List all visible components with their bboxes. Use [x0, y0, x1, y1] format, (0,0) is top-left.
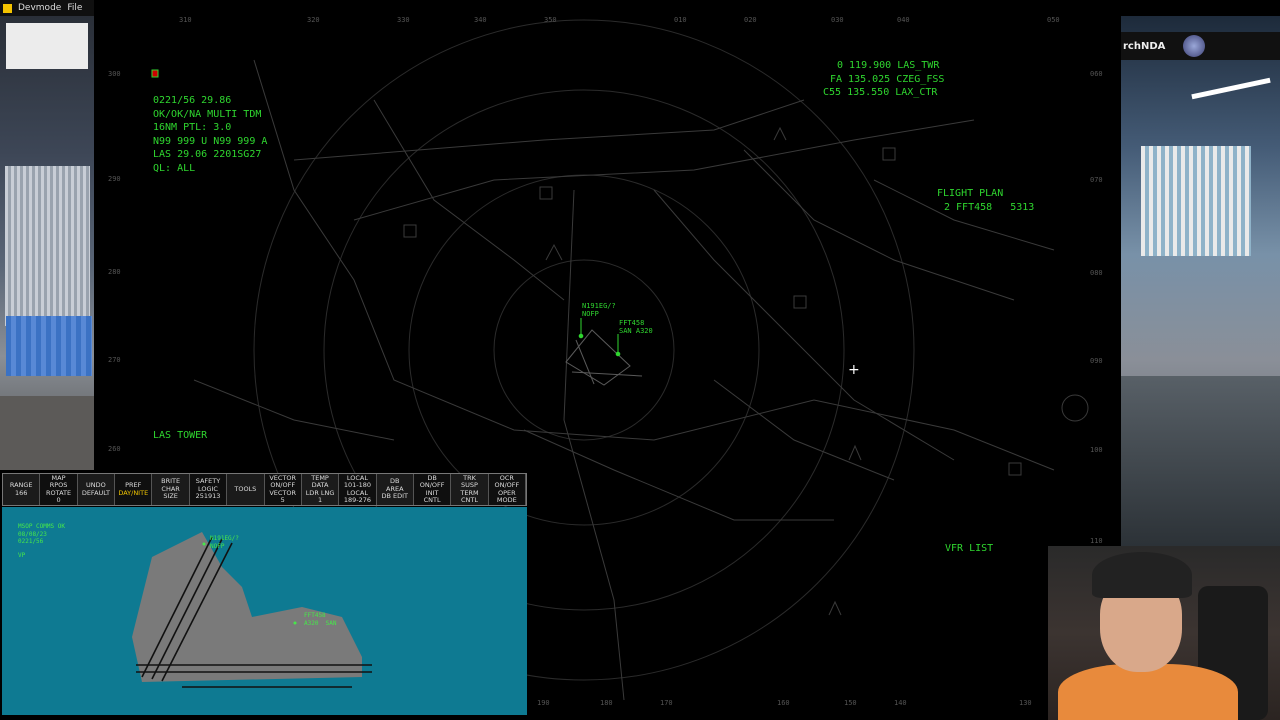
hangar-wall	[1141, 146, 1251, 256]
compass-tick-170: 170	[660, 699, 673, 707]
target-callsign: FFT458	[619, 319, 645, 327]
compass-tick-160: 160	[777, 699, 790, 707]
compass-tick-290: 290	[108, 175, 121, 183]
file-menu[interactable]: File	[67, 3, 82, 13]
display-control-bar: RANGE 166 MAP RPOS ROTATE 0 UNDO DEFAULT PR…	[2, 473, 527, 506]
compass-tick-260: 260	[108, 445, 121, 453]
user-badge: rchNDA	[1121, 32, 1280, 60]
hangar-floor	[0, 396, 94, 470]
compass-tick-050: 050	[1047, 16, 1060, 24]
devmode-menu[interactable]: Devmode	[18, 3, 61, 13]
minimap-status-line: VP	[18, 552, 26, 559]
status-line: 0221/56 29.86	[153, 95, 232, 106]
flight-plan-title: FLIGHT PLAN	[937, 188, 1004, 199]
hangar-blue-wall	[6, 316, 92, 376]
status-line: OK/OK/NA MULTI TDM	[153, 108, 262, 120]
user-avatar	[1183, 35, 1206, 57]
vfr-list-title[interactable]: VFR LIST	[945, 542, 993, 556]
compass-tick-080: 080	[1090, 269, 1103, 277]
compass-tick-060: 060	[1090, 70, 1103, 78]
tower-marker-icon	[151, 69, 159, 78]
compass-tick-190: 190	[537, 699, 550, 707]
compass-tick-340: 340	[474, 16, 487, 24]
left-background-view	[0, 16, 94, 470]
status-line: N99 999 U N99 999 A	[153, 135, 268, 147]
dcb-range-button[interactable]: RANGE 166	[3, 474, 41, 505]
dcb-temp-data-button[interactable]: TEMP DATA LDR LNG 1	[301, 474, 340, 505]
airport-diagram	[132, 532, 372, 688]
compass-tick-180: 180	[600, 699, 613, 707]
minimap-target-info: A320 SAN	[304, 619, 337, 627]
dcb-pref-button[interactable]: PREF DAY/NITE	[115, 474, 153, 505]
username: rchNDA	[1123, 40, 1166, 52]
dcb-safety-logic-button[interactable]: SAFETY LOGIC 251913	[189, 474, 228, 505]
secondary-airport-display[interactable]: MSOP COMMS OK 08/08/23 0221/56 VP N191EG…	[2, 507, 527, 715]
compass-tick-130: 130	[1019, 699, 1032, 707]
status-line: LAS 29.06 2201SG27	[153, 149, 262, 160]
minimap-target-callsign: N191EG/?	[210, 535, 239, 542]
compass-tick-350: 350	[544, 16, 557, 24]
app-menubar: Devmode File	[0, 0, 94, 16]
dcb-undo-button[interactable]: UNDO DEFAULT	[77, 474, 116, 505]
status-line: QL: ALL	[153, 162, 196, 174]
person-cap	[1092, 552, 1192, 598]
compass-tick-070: 070	[1090, 176, 1103, 184]
target-info: NOFP	[582, 310, 599, 318]
compass-tick-270: 270	[108, 356, 121, 364]
minimap-target-callsign: FFT458	[304, 612, 326, 619]
dcb-vector-button[interactable]: VECTOR ON/OFF VECTOR 5	[264, 474, 302, 505]
minimap-target-info: NOFP	[210, 542, 225, 550]
hangar-wall	[5, 166, 90, 326]
compass-tick-100: 100	[1090, 446, 1103, 454]
compass-tick-280: 280	[108, 268, 121, 276]
hangar-floor	[1121, 376, 1280, 546]
compass-tick-330: 330	[397, 16, 410, 24]
flight-plan-entry[interactable]: 2 FFT458 5313	[944, 201, 1034, 215]
crosshair-cursor-icon: +	[848, 362, 860, 378]
minimap-status-line: MSOP COMMS OK	[18, 523, 65, 530]
tower-label: LAS TOWER	[153, 430, 208, 441]
hangar-light	[1191, 77, 1271, 100]
dcb-db-area-button[interactable]: DB AREA DB EDIT	[376, 474, 414, 505]
minimap-target-2-icon	[293, 621, 297, 625]
dcb-trk-susp-button[interactable]: TRK SUSP TERM CNTL	[451, 474, 489, 505]
compass-tick-310: 310	[179, 16, 192, 24]
compass-tick-150: 150	[844, 699, 857, 707]
person-shirt	[1058, 664, 1238, 720]
frequency-line: FA 135.025 CZEG_FSS	[830, 73, 945, 85]
frequency-line: C55 135.550 LAX_CTR	[823, 87, 938, 98]
dcb-tools-button[interactable]: TOOLS	[227, 474, 265, 505]
hangar-window	[6, 23, 88, 69]
webcam-overlay	[1048, 546, 1280, 720]
status-line: 16NM PTL: 3.0	[153, 122, 232, 133]
minimap-status-line: 08/08/23	[18, 530, 47, 538]
app-logo-icon	[3, 3, 12, 13]
dcb-local-button[interactable]: LOCAL 101-180 LOCAL 189-276	[339, 474, 377, 505]
minimap-target-1-icon	[202, 542, 206, 546]
target-info: SAN A320	[619, 327, 653, 335]
compass-tick-140: 140	[894, 699, 907, 707]
minimap-status-line: 0221/56	[18, 538, 44, 545]
dcb-db-onoff-button[interactable]: DB ON/OFF INIT CNTL	[413, 474, 452, 505]
dcb-map-rotate-button[interactable]: MAP RPOS ROTATE 0	[40, 474, 78, 505]
right-background-view	[1121, 16, 1280, 546]
compass-tick-030: 030	[831, 16, 844, 24]
frequency-line: 0 119.900 LAS_TWR	[837, 60, 940, 71]
compass-tick-010: 010	[674, 16, 687, 24]
target-callsign: N191EG/?	[582, 302, 616, 310]
compass-tick-020: 020	[744, 16, 757, 24]
compass-tick-090: 090	[1090, 357, 1103, 365]
dcb-ocr-button[interactable]: OCR ON/OFF OPER MODE	[488, 474, 527, 505]
dcb-brite-button[interactable]: BRITE CHAR SIZE	[152, 474, 190, 505]
compass-tick-040: 040	[897, 16, 910, 24]
compass-tick-300: 300	[108, 70, 121, 78]
compass-tick-320: 320	[307, 16, 320, 24]
